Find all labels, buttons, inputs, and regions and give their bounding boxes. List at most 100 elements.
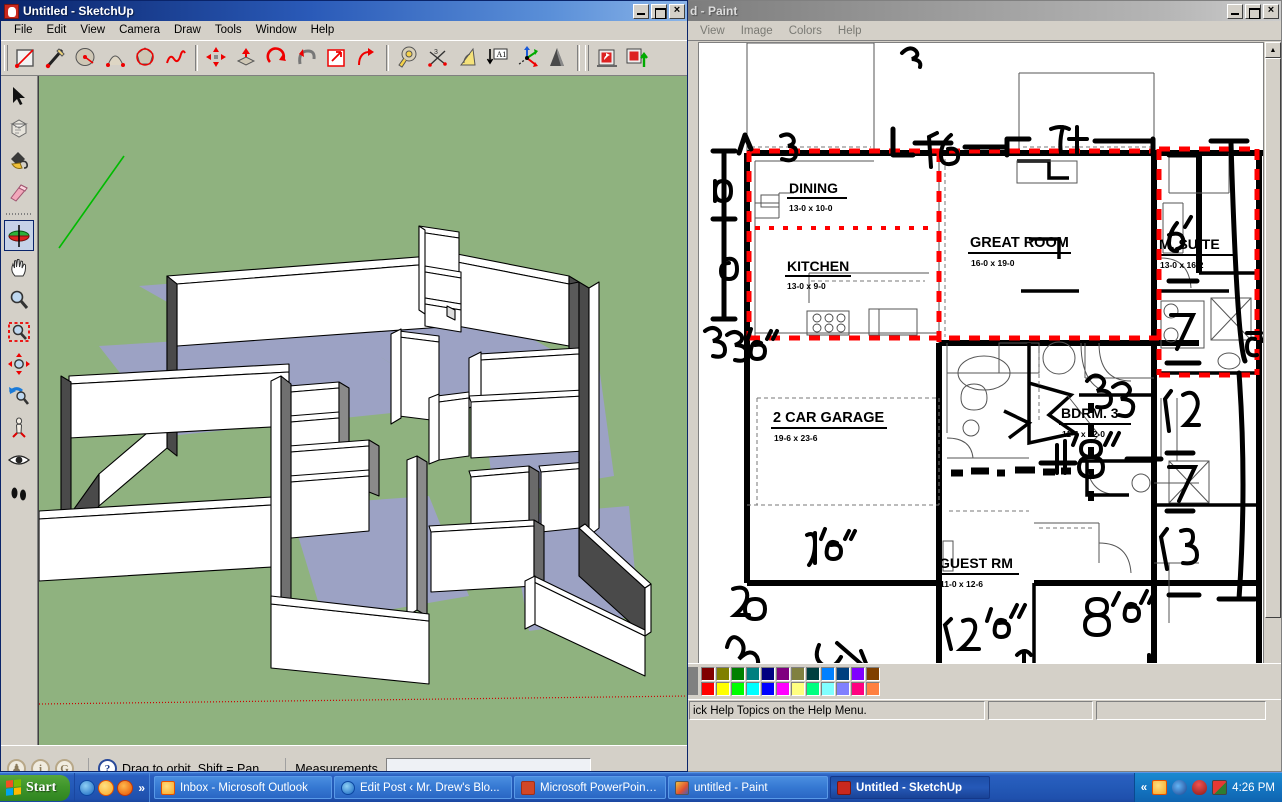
person-icon[interactable]: ♟: [7, 759, 26, 771]
palette-swatch[interactable]: [806, 667, 820, 681]
menu-file[interactable]: File: [7, 22, 40, 38]
paint-menu-view[interactable]: View: [692, 23, 733, 39]
tray-expand-icon[interactable]: «: [1141, 782, 1147, 794]
palette-swatch[interactable]: [761, 667, 775, 681]
palette-swatch[interactable]: [866, 682, 880, 696]
sketchup-toolbar[interactable]: 3 A1: [1, 40, 687, 76]
menu-help[interactable]: Help: [304, 22, 342, 38]
zoom-window-icon[interactable]: [4, 316, 34, 347]
palette-swatch[interactable]: [761, 682, 775, 696]
paint-vertical-scrollbar[interactable]: ▲ ▼: [1265, 42, 1281, 682]
palette-swatch[interactable]: [806, 682, 820, 696]
paint-menu-colors[interactable]: Colors: [781, 23, 830, 39]
select-tool-icon[interactable]: [4, 80, 34, 111]
windows-taskbar[interactable]: Start » Inbox - Microsoft Outlook Edit P…: [0, 772, 1282, 802]
palette-swatch[interactable]: [791, 667, 805, 681]
menu-view[interactable]: View: [73, 22, 112, 38]
zoom-extents-icon[interactable]: [4, 348, 34, 379]
palette-swatch[interactable]: [821, 682, 835, 696]
paint-maximize-button[interactable]: [1245, 3, 1261, 19]
security-tray-icon[interactable]: [1192, 780, 1208, 795]
followme-tool-icon[interactable]: [292, 43, 322, 73]
palette-swatch[interactable]: [836, 682, 850, 696]
palette-swatch[interactable]: [866, 667, 880, 681]
toolbar-grip-2[interactable]: [585, 45, 589, 71]
rotate-tool-icon[interactable]: [262, 43, 292, 73]
paint-menubar[interactable]: View Image Colors Help: [688, 21, 1281, 40]
palette-swatch[interactable]: [791, 682, 805, 696]
taskbar-task-list[interactable]: Inbox - Microsoft Outlook Edit Post ‹ Mr…: [150, 776, 1134, 799]
quicklaunch-expand-icon[interactable]: »: [138, 781, 145, 795]
taskbar-item-paint[interactable]: untitled - Paint: [668, 776, 829, 799]
taskbar-item-browser[interactable]: Edit Post ‹ Mr. Drew's Blo...: [334, 776, 513, 799]
display-tray-icon[interactable]: [1212, 780, 1228, 795]
move-tool-icon[interactable]: [202, 43, 232, 73]
network-tray-icon[interactable]: [1172, 780, 1188, 795]
sketchup-window[interactable]: Untitled - SketchUp × File Edit View Cam…: [0, 0, 688, 772]
info-icon[interactable]: i: [31, 759, 50, 771]
sketchup-3d-viewport[interactable]: [38, 76, 687, 745]
palette-swatch[interactable]: [701, 667, 715, 681]
measurements-input[interactable]: [385, 757, 591, 771]
pan-tool-icon[interactable]: [4, 252, 34, 283]
sketchup-close-button[interactable]: ×: [669, 3, 685, 19]
orbit-tool-icon[interactable]: [4, 220, 34, 251]
protractor-tool-icon[interactable]: [453, 43, 483, 73]
share-model-icon[interactable]: [622, 43, 652, 73]
system-tray[interactable]: « 4:26 PM: [1133, 773, 1282, 802]
system-clock[interactable]: 4:26 PM: [1232, 782, 1275, 794]
scale-tool-icon[interactable]: [322, 43, 352, 73]
polygon-tool-icon[interactable]: [131, 43, 161, 73]
line-tool-icon[interactable]: [41, 43, 71, 73]
paint-window-controls[interactable]: ×: [1227, 3, 1279, 19]
firefox-icon[interactable]: [117, 779, 134, 796]
outlook-icon[interactable]: [98, 779, 115, 796]
paint-color-palette[interactable]: [688, 663, 1281, 699]
menu-tools[interactable]: Tools: [208, 22, 249, 38]
internet-explorer-icon[interactable]: [79, 779, 96, 796]
palette-swatch[interactable]: [746, 682, 760, 696]
menu-camera[interactable]: Camera: [112, 22, 167, 38]
palette-swatch[interactable]: [731, 667, 745, 681]
palette-swatch[interactable]: [716, 667, 730, 681]
palette-swatch[interactable]: [731, 682, 745, 696]
paint-close-button[interactable]: ×: [1263, 3, 1279, 19]
palette-swatch[interactable]: [821, 667, 835, 681]
circle-tool-icon[interactable]: [71, 43, 101, 73]
axes-tool-icon[interactable]: [513, 43, 543, 73]
menu-window[interactable]: Window: [249, 22, 304, 38]
paint-drawing-canvas[interactable]: .w { stroke:#000; stroke-width:6; fill:n…: [698, 42, 1264, 682]
paint-titlebar[interactable]: d - Paint ×: [688, 1, 1281, 21]
paint-menu-image[interactable]: Image: [733, 23, 781, 39]
3dtext-tool-icon[interactable]: [543, 43, 573, 73]
palette-swatch[interactable]: [776, 682, 790, 696]
make-component-icon[interactable]: [4, 112, 34, 143]
freehand-tool-icon[interactable]: [161, 43, 191, 73]
floorplan-drawing[interactable]: .w { stroke:#000; stroke-width:6; fill:n…: [699, 43, 1264, 682]
palette-swatch[interactable]: [836, 667, 850, 681]
sketchup-left-toolbar[interactable]: [1, 76, 38, 745]
dimension-tool-icon[interactable]: 3: [423, 43, 453, 73]
taskbar-item-sketchup[interactable]: Untitled - SketchUp: [830, 776, 991, 799]
palette-swatch[interactable]: [851, 667, 865, 681]
sketchup-menubar[interactable]: File Edit View Camera Draw Tools Window …: [1, 21, 687, 40]
start-button[interactable]: Start: [0, 774, 71, 801]
look-around-icon[interactable]: [4, 444, 34, 475]
outlook-tray-icon[interactable]: [1152, 780, 1168, 795]
scroll-up-arrow[interactable]: ▲: [1265, 42, 1281, 58]
text-tool-icon[interactable]: A1: [483, 43, 513, 73]
palette-swatch[interactable]: [716, 682, 730, 696]
palette-swatch[interactable]: [701, 682, 715, 696]
paint-menu-help[interactable]: Help: [830, 23, 870, 39]
scroll-v-thumb[interactable]: [1265, 58, 1281, 618]
taskbar-item-powerpoint[interactable]: Microsoft PowerPoint - [...: [514, 776, 667, 799]
menu-draw[interactable]: Draw: [167, 22, 208, 38]
get-models-icon[interactable]: [592, 43, 622, 73]
walk-tool-icon[interactable]: [4, 476, 34, 507]
eraser-tool-icon[interactable]: [4, 176, 34, 207]
arc-tool-icon[interactable]: [101, 43, 131, 73]
position-camera-icon[interactable]: [4, 412, 34, 443]
palette-swatch-grid[interactable]: [701, 667, 880, 696]
help-icon[interactable]: ?: [98, 759, 117, 771]
taskbar-item-outlook[interactable]: Inbox - Microsoft Outlook: [154, 776, 333, 799]
